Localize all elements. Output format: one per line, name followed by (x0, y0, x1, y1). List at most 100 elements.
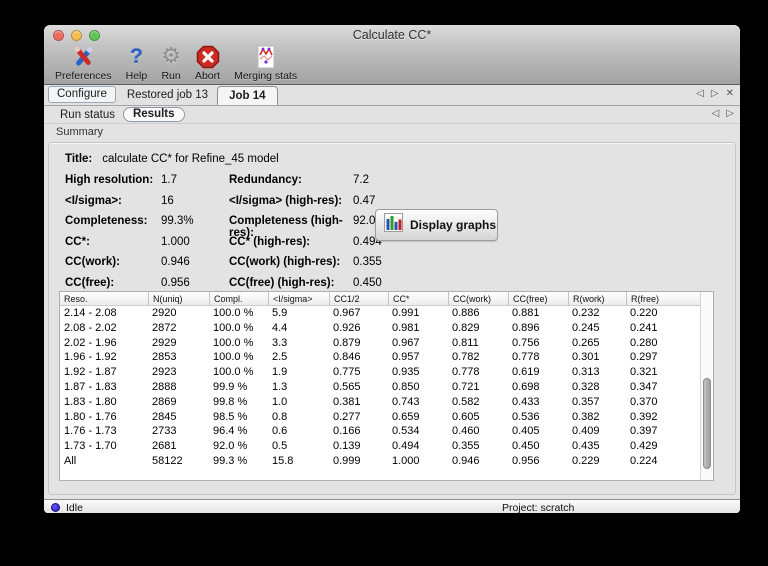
stat-label: Completeness (high-res): (229, 215, 343, 239)
stat-value: 0.355 (353, 256, 382, 268)
table-cell: 0.301 (572, 351, 600, 364)
table-cell: 0.313 (572, 366, 600, 379)
table-cell: 0.886 (452, 307, 480, 319)
table-cell: 1.3 (272, 380, 288, 393)
table-cell: 1.73 - 1.70 (64, 440, 117, 453)
table-row[interactable]: 1.96 - 1.92 2853 100.0 % 2.5 0.846 0.957 0.782… (60, 350, 713, 365)
table-cell: 2888 (152, 380, 177, 393)
scrollbar-thumb[interactable] (703, 378, 711, 469)
tab-next-icon[interactable]: ▷ (726, 108, 734, 119)
table-cell: 100.0 % (213, 351, 254, 364)
tab-results[interactable]: Results (122, 107, 185, 122)
table-row[interactable]: 1.87 - 1.83 2888 99.9 % 1.3 0.565 0.850 0.721 0… (60, 380, 713, 395)
sub-tab-nav: ◁ ▷ (712, 108, 734, 119)
table-cell: 0.139 (333, 440, 361, 453)
abort-button[interactable]: Abort (190, 44, 225, 82)
shell-table-header: Reso. N(uniq) Compl. <I/sigma> CC1/2 CC* CC(wo… (60, 292, 713, 306)
tab-run-status[interactable]: Run status (52, 109, 123, 121)
table-row[interactable]: 1.76 - 1.73 2733 96.4 % 0.6 0.166 0.534 0.460 0… (60, 424, 713, 439)
results-panel: Summary Title: calculate CC* for Refine_4… (44, 126, 740, 499)
status-text: Idle (66, 501, 83, 514)
table-cell: 0.879 (333, 336, 361, 349)
table-row[interactable]: 2.02 - 1.96 2929 100.0 % 3.3 0.879 0.967 0.811… (60, 336, 713, 351)
column-header[interactable]: R(free) (626, 292, 682, 305)
tab-prev-icon[interactable]: ◁ (696, 88, 704, 99)
table-cell: 0.382 (572, 410, 600, 423)
column-header[interactable]: <I/sigma> (268, 292, 329, 305)
table-cell: 0.967 (392, 336, 420, 349)
table-cell: 0.582 (452, 395, 480, 408)
stat-label: Completeness: (65, 215, 148, 227)
column-header[interactable]: CC(work) (448, 292, 508, 305)
tab-close-icon[interactable]: ✕ (726, 88, 734, 99)
preferences-button[interactable]: Preferences (50, 44, 117, 82)
stat-label: CC*: (65, 235, 90, 248)
table-cell: 1.000 (392, 454, 420, 467)
table-cell: 0.782 (452, 351, 480, 364)
tab-restored-job-13[interactable]: Restored job 13 (118, 87, 217, 104)
table-cell: 0.850 (392, 380, 420, 393)
table-cell: 99.9 % (213, 380, 248, 393)
tab-job-14[interactable]: Job 14 (217, 86, 278, 105)
title-bar[interactable]: Calculate CC* (44, 25, 740, 45)
table-cell: 0.357 (572, 395, 600, 408)
table-row[interactable]: 1.83 - 1.80 2869 99.8 % 1.0 0.381 0.743 0.582 0… (60, 395, 713, 410)
help-button[interactable]: ? Help (121, 44, 153, 83)
table-cell: 0.429 (630, 440, 658, 453)
table-cell: 0.957 (392, 351, 420, 364)
table-cell: 0.328 (572, 380, 600, 393)
table-scrollbar[interactable] (700, 292, 713, 480)
table-row[interactable]: 2.14 - 2.08 2920 100.0 % 5.9 0.967 0.991 0.886… (60, 306, 713, 321)
job-title-row: Title: calculate CC* for Refine_45 model (65, 153, 735, 165)
table-cell: 99.8 % (213, 395, 248, 408)
table-row[interactable]: 1.73 - 1.70 2681 92.0 % 0.5 0.139 0.494 0.355 0… (60, 439, 713, 454)
table-cell: 3.3 (272, 336, 288, 349)
table-cell: 0.397 (630, 425, 658, 438)
table-row[interactable]: 1.80 - 1.76 2845 98.5 % 0.8 0.277 0.659 0.605 0… (60, 410, 713, 425)
stat-value: 0.450 (353, 276, 382, 289)
table-cell: 5.9 (272, 307, 288, 319)
status-indicator-icon (51, 503, 60, 512)
tab-next-icon[interactable]: ▷ (711, 88, 719, 99)
main-tab-nav: ◁ ▷ ✕ (696, 88, 734, 99)
table-cell: All (64, 454, 77, 467)
table-cell: 0.946 (452, 454, 480, 467)
table-cell: 0.347 (630, 380, 658, 393)
table-cell: 0.619 (512, 366, 540, 379)
run-button[interactable]: ⚙ Run (156, 44, 186, 83)
stat-label: <I/sigma> (high-res): (229, 194, 343, 207)
column-header[interactable]: Compl. (209, 292, 268, 305)
column-header[interactable]: CC1/2 (329, 292, 388, 305)
column-header[interactable]: N(uniq) (148, 292, 209, 305)
table-cell: 99.3 % (213, 454, 248, 467)
table-cell: 2681 (152, 440, 177, 453)
summary-stat-row: <I/sigma>: 16 <I/sigma> (high-res): 0.47 (65, 195, 735, 208)
sub-tab-bar: Run status Results ◁ ▷ (44, 106, 740, 124)
stat-value: 16 (161, 194, 174, 207)
column-header[interactable]: CC(free) (508, 292, 568, 305)
stat-value: 7.2 (353, 174, 369, 186)
table-cell: 58122 (152, 454, 183, 467)
table-cell: 0.409 (572, 425, 600, 438)
table-row[interactable]: 2.08 - 2.02 2872 100.0 % 4.4 0.926 0.981 0.829… (60, 321, 713, 336)
column-header[interactable]: R(work) (568, 292, 626, 305)
table-cell: 0.450 (512, 440, 540, 453)
table-row[interactable]: 1.92 - 1.87 2923 100.0 % 1.9 0.775 0.935 0.778… (60, 365, 713, 380)
shell-statistics-table: Reso. N(uniq) Compl. <I/sigma> CC1/2 CC* CC(wo… (59, 291, 714, 481)
tab-prev-icon[interactable]: ◁ (712, 108, 720, 119)
stat-label: High resolution: (65, 174, 154, 186)
tab-configure[interactable]: Configure (48, 86, 116, 103)
table-cell: 2.02 - 1.96 (64, 336, 117, 349)
merging-stats-button[interactable]: Merging stats (229, 44, 302, 82)
table-cell: 0.811 (452, 336, 479, 349)
display-graphs-button[interactable]: Display graphs (375, 209, 498, 241)
table-cell: 0.6 (272, 425, 288, 438)
column-header[interactable]: Reso. (60, 292, 148, 305)
table-cell: 0.956 (512, 454, 540, 467)
table-cell: 0.166 (333, 425, 361, 438)
column-header[interactable]: CC* (388, 292, 448, 305)
toolbar-item-label: Merging stats (234, 70, 298, 82)
table-row[interactable]: All 58122 99.3 % 15.8 0.999 1.000 0.946 0.956 0.… (60, 454, 713, 469)
table-cell: 0.991 (392, 307, 420, 319)
table-cell: 0.370 (630, 395, 658, 408)
